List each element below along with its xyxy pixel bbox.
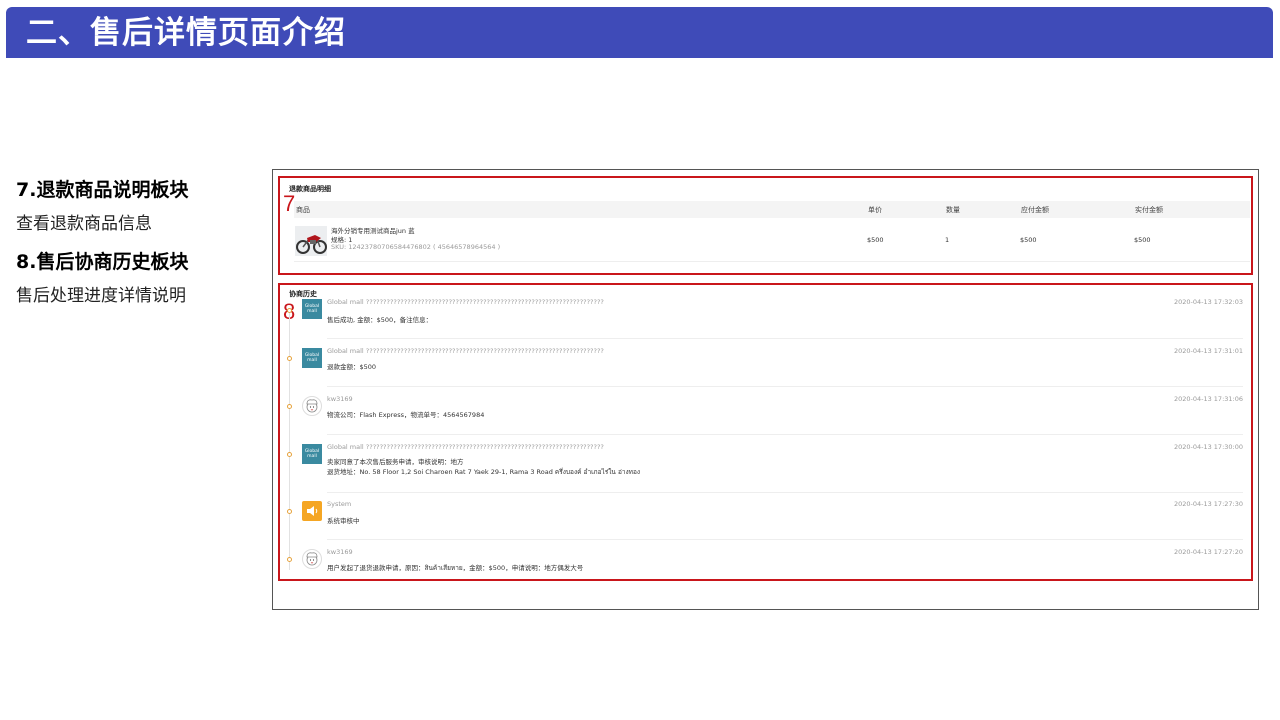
entry-text: 售后成功, 金额：$500，备注信息： bbox=[327, 316, 433, 324]
history-timeline: Global mall Global mall ????????????????… bbox=[285, 298, 1243, 578]
entry-time: 2020-04-13 17:31:06 bbox=[1173, 395, 1243, 403]
entry-text: 系统审核中 bbox=[327, 517, 360, 525]
timeline-line bbox=[289, 308, 290, 570]
entry-divider bbox=[327, 386, 1243, 387]
entry-text: 卖家同意了本次售后服务申请，审核说明：地方 bbox=[327, 458, 464, 466]
col-payable: 应付金额 bbox=[1021, 206, 1049, 214]
note-head-8: 8.售后协商历史板块 bbox=[16, 251, 189, 273]
entry-text: 用户发起了退货退款申请，原因：สินค้าเสียหาย，金额：$500，申请说… bbox=[327, 564, 584, 572]
product-paid: $500 bbox=[1134, 236, 1151, 244]
note-head-7: 7.退款商品说明板块 bbox=[16, 179, 189, 201]
timeline-dot bbox=[287, 452, 292, 457]
timeline-dot bbox=[287, 557, 292, 562]
product-quantity: 1 bbox=[945, 236, 950, 244]
refund-products-title: 退款商品明细 bbox=[289, 185, 331, 193]
timeline-dot bbox=[287, 308, 292, 313]
entry-author: kw3169 bbox=[327, 395, 353, 403]
entry-divider bbox=[327, 492, 1243, 493]
entry-divider bbox=[327, 539, 1243, 540]
entry-author: Global mall ????????????????????????????… bbox=[327, 298, 604, 306]
notes-panel: 7.退款商品说明板块 查看退款商品信息 8.售后协商历史板块 售后处理进度详情说… bbox=[16, 176, 256, 320]
entry-author: kw3169 bbox=[327, 548, 353, 556]
motorcycle-image bbox=[295, 226, 327, 256]
product-table-header: 商品 单价 数量 应付金额 实付金额 bbox=[294, 201, 1250, 218]
global-mall-avatar: Global mall bbox=[302, 348, 322, 368]
system-avatar bbox=[302, 501, 322, 521]
slide-title: 二、售后详情页面介绍 bbox=[26, 15, 346, 51]
entry-author: Global mall ????????????????????????????… bbox=[327, 443, 604, 451]
entry-divider bbox=[327, 338, 1243, 339]
col-quantity: 数量 bbox=[946, 206, 960, 214]
entry-divider bbox=[327, 434, 1243, 435]
chef-icon bbox=[306, 399, 318, 413]
chef-icon bbox=[306, 552, 318, 566]
product-payable: $500 bbox=[1020, 236, 1037, 244]
product-row-divider bbox=[294, 261, 1250, 262]
product-sku: SKU: 124237807065844768​02 ( 45646578964… bbox=[331, 243, 501, 251]
speaker-icon bbox=[307, 506, 318, 516]
entry-time: 2020-04-13 17:27:30 bbox=[1173, 500, 1243, 508]
col-paid: 实付金额 bbox=[1135, 206, 1163, 214]
refund-products-highlight: 退款商品明细 7 商品 单价 数量 应付金额 实付金额 海外分销专用测试商品ju… bbox=[278, 176, 1253, 275]
aftersale-detail-screenshot: 退款商品明细 7 商品 单价 数量 应付金额 实付金额 海外分销专用测试商品ju… bbox=[272, 169, 1259, 610]
slide-title-bar: 二、售后详情页面介绍 bbox=[6, 7, 1273, 58]
timeline-dot bbox=[287, 404, 292, 409]
entry-time: 2020-04-13 17:30:00 bbox=[1173, 443, 1243, 451]
entry-author: System bbox=[327, 500, 352, 508]
entry-time: 2020-04-13 17:27:20 bbox=[1173, 548, 1243, 556]
timeline-dot bbox=[287, 356, 292, 361]
entry-time: 2020-04-13 17:32:03 bbox=[1173, 298, 1243, 306]
col-product: 商品 bbox=[296, 206, 310, 214]
user-avatar bbox=[302, 396, 322, 416]
product-unit-price: $500 bbox=[867, 236, 884, 244]
entry-text: 退款金额：$500 bbox=[327, 363, 377, 371]
col-unit-price: 单价 bbox=[868, 206, 882, 214]
global-mall-avatar: Global mall bbox=[302, 299, 322, 319]
global-mall-avatar: Global mall bbox=[302, 444, 322, 464]
entry-time: 2020-04-13 17:31:01 bbox=[1173, 347, 1243, 355]
entry-text: 物流公司：Flash Express，物流单号：4564567984 bbox=[327, 411, 485, 419]
note-text-8: 售后处理进度详情说明 bbox=[16, 286, 186, 306]
user-avatar bbox=[302, 549, 322, 569]
note-text-7: 查看退款商品信息 bbox=[16, 214, 152, 234]
timeline-dot bbox=[287, 509, 292, 514]
entry-return-address: 退货地址：No. 58 Floor 1,2 Soi Charoen Rat 7 … bbox=[327, 468, 641, 476]
entry-author: Global mall ????????????????????????????… bbox=[327, 347, 604, 355]
